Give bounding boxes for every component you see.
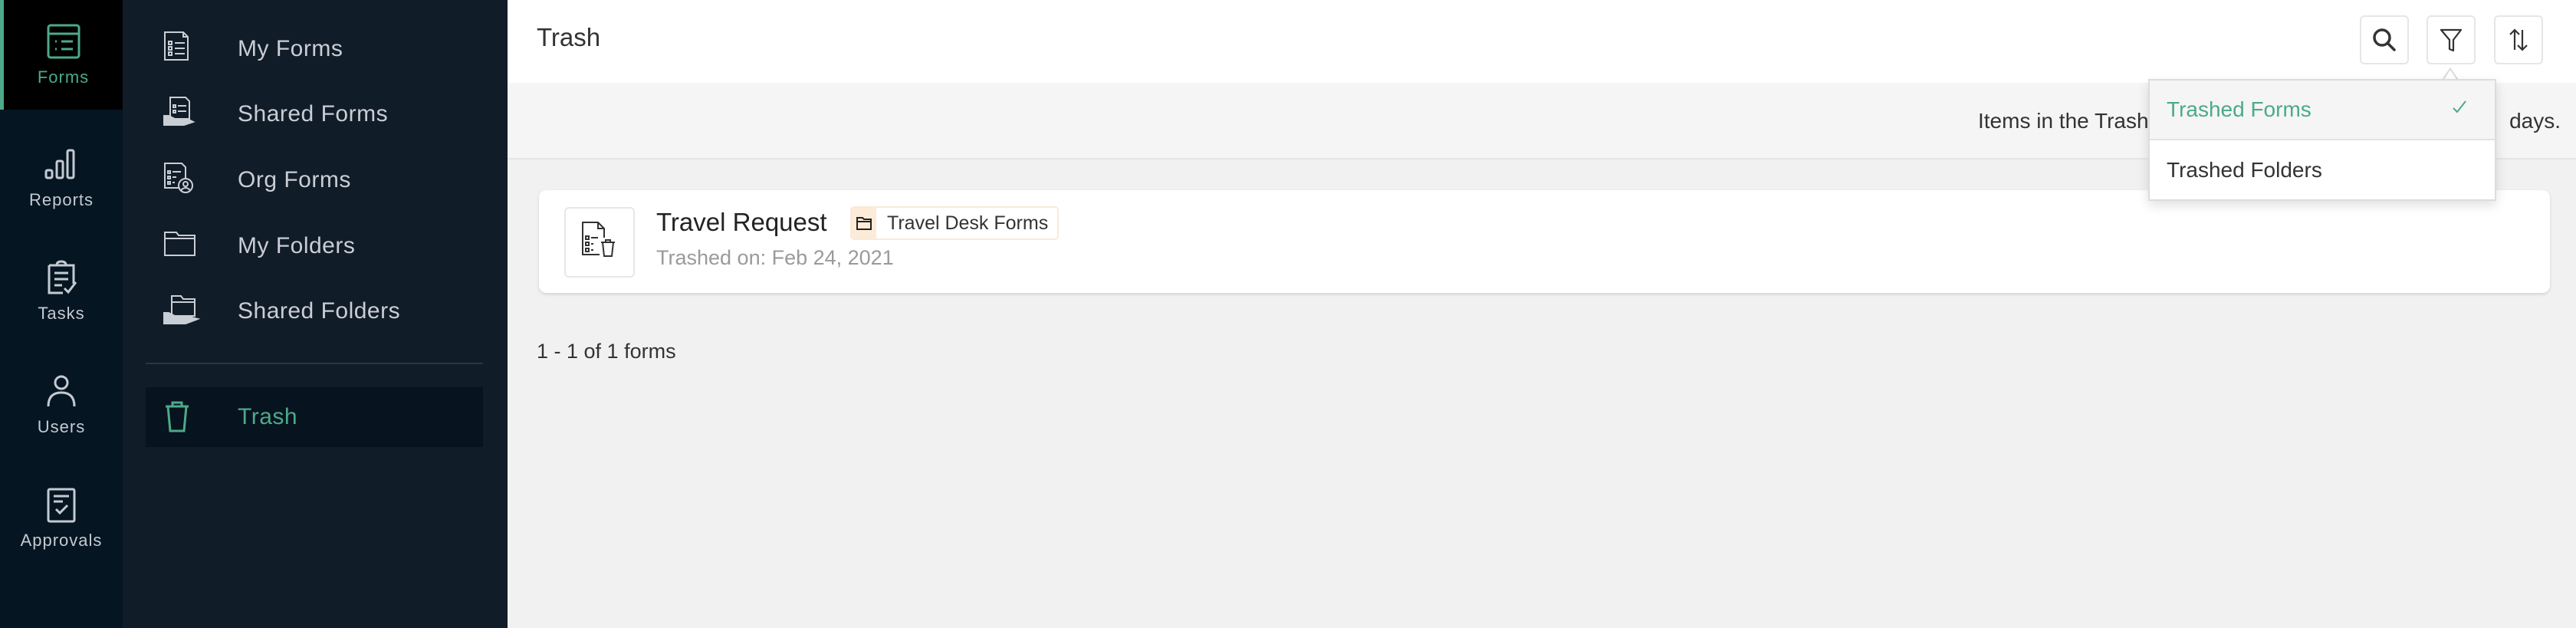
- sidebar-item-label: My Forms: [238, 36, 343, 61]
- sidebar-item-label: Org Forms: [238, 167, 351, 192]
- forms-icon: [47, 24, 80, 58]
- filter-option-trashed-forms[interactable]: Trashed Forms: [2150, 81, 2495, 140]
- page-title: Trash: [537, 23, 601, 51]
- rail-item-forms[interactable]: Forms: [0, 0, 123, 110]
- folder-tag[interactable]: Travel Desk Forms: [850, 206, 1060, 240]
- page-header: Trash: [508, 0, 2576, 83]
- approval-document-icon: [47, 488, 76, 522]
- form-title[interactable]: Travel Request: [656, 208, 827, 237]
- rail-item-tasks[interactable]: Tasks: [0, 236, 123, 346]
- sidebar-item-org-forms[interactable]: Org Forms: [146, 150, 483, 210]
- sidebar-item-label: Trash: [238, 404, 298, 429]
- search-icon: [2373, 28, 2396, 51]
- checkmark-icon: [2453, 100, 2466, 113]
- sidebar-divider: [146, 363, 483, 364]
- rail-item-users[interactable]: Users: [0, 350, 123, 459]
- dropdown-caret: [2442, 67, 2459, 81]
- sidebar-item-my-folders[interactable]: My Folders: [146, 216, 483, 276]
- filter-option-trashed-folders[interactable]: Trashed Folders: [2150, 140, 2495, 200]
- rail-item-approvals[interactable]: Approvals: [0, 463, 123, 573]
- org-form-icon: [164, 163, 193, 193]
- folder-icon: [164, 232, 196, 256]
- icon-rail: Forms Reports Tasks Users Approvals: [0, 0, 123, 628]
- trashed-date: Trashed on: Feb 24, 2021: [656, 246, 894, 269]
- rail-item-reports[interactable]: Reports: [0, 123, 123, 232]
- sort-icon: [2509, 28, 2528, 51]
- sidebar-item-shared-folders[interactable]: Shared Folders: [146, 281, 483, 341]
- shared-form-icon: [163, 97, 196, 126]
- bar-chart-icon: [44, 149, 75, 179]
- filter-dropdown: Trashed Forms Trashed Folders: [2148, 79, 2496, 201]
- sort-button[interactable]: [2494, 15, 2543, 64]
- folder-tag-icon-wrap: [852, 208, 876, 238]
- rail-label: Forms: [37, 67, 90, 87]
- trash-icon: [166, 401, 189, 432]
- sidebar-item-trash[interactable]: Trash: [146, 387, 483, 447]
- form-thumbnail[interactable]: [564, 207, 635, 278]
- user-icon: [47, 375, 76, 406]
- sidebar-item-label: My Folders: [238, 233, 356, 258]
- filter-button[interactable]: [2426, 15, 2476, 64]
- form-document-icon: [164, 31, 189, 61]
- sidebar-item-shared-forms[interactable]: Shared Forms: [146, 84, 483, 144]
- search-button[interactable]: [2360, 15, 2409, 64]
- sidebar-item-my-forms[interactable]: My Forms: [146, 19, 483, 79]
- clipboard-check-icon: [48, 259, 77, 294]
- folder-icon: [856, 217, 872, 230]
- filter-option-label: Trashed Folders: [2167, 158, 2322, 182]
- rail-label: Approvals: [20, 530, 103, 550]
- banner-text-start: Items in the Trash: [1978, 109, 2149, 133]
- filter-icon: [2440, 28, 2463, 52]
- trashed-form-icon: [582, 222, 615, 257]
- rail-label: Tasks: [38, 303, 85, 323]
- shared-folder-icon: [163, 295, 201, 324]
- folder-tag-label: Travel Desk Forms: [876, 208, 1058, 238]
- pagination-summary: 1 - 1 of 1 forms: [537, 340, 676, 363]
- rail-label: Reports: [28, 189, 94, 209]
- sidebar-item-label: Shared Forms: [238, 101, 389, 127]
- forms-sidebar: My Forms Shared Forms Org Forms My Folde…: [123, 0, 508, 628]
- banner-text-end: days.: [2509, 109, 2561, 133]
- trashed-form-card[interactable]: Travel Request Travel Desk Forms Trashed…: [539, 190, 2550, 293]
- rail-label: Users: [37, 416, 86, 436]
- filter-option-label: Trashed Forms: [2167, 97, 2312, 121]
- sidebar-item-label: Shared Folders: [238, 298, 401, 324]
